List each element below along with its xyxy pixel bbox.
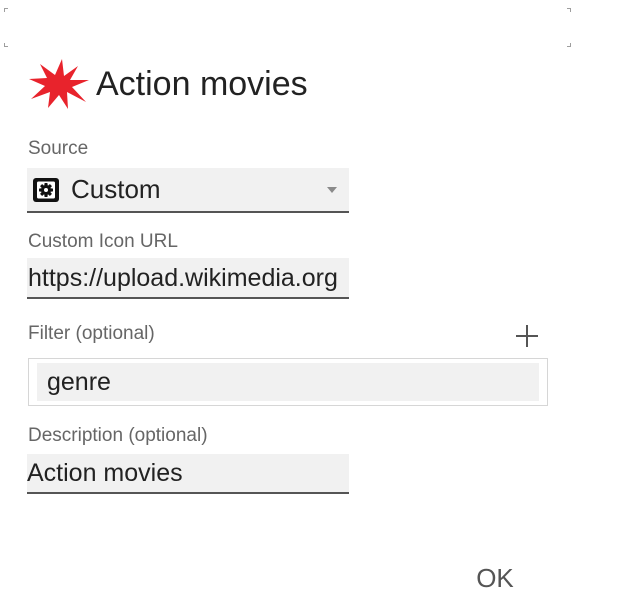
ok-button[interactable]: OK	[464, 556, 526, 600]
source-select-value: Custom	[71, 174, 161, 204]
add-filter-button[interactable]	[514, 323, 540, 349]
source-select[interactable]: Custom	[27, 168, 349, 213]
filter-chip[interactable]: genre	[37, 363, 539, 401]
filter-field[interactable]: genre	[28, 358, 548, 406]
custom-icon-url-label: Custom Icon URL	[28, 231, 178, 252]
source-label: Source	[28, 138, 89, 159]
selection-corner-bottom-left	[4, 43, 8, 47]
custom-icon-url-field[interactable]: https://upload.wikimedia.org	[27, 258, 349, 299]
red-starburst-icon	[29, 59, 89, 109]
dialog-header: Action movies	[28, 54, 308, 114]
selection-corner-top-right	[567, 8, 571, 12]
description-label: Description (optional)	[28, 425, 208, 446]
chevron-down-icon	[327, 186, 337, 193]
settings-cog-icon	[33, 177, 59, 202]
dialog-title: Action movies	[96, 64, 308, 103]
description-field[interactable]: Action movies	[27, 454, 349, 494]
selection-corner-top-left	[4, 8, 8, 12]
selection-corner-bottom-right	[567, 43, 571, 47]
filter-label: Filter (optional)	[28, 323, 155, 344]
